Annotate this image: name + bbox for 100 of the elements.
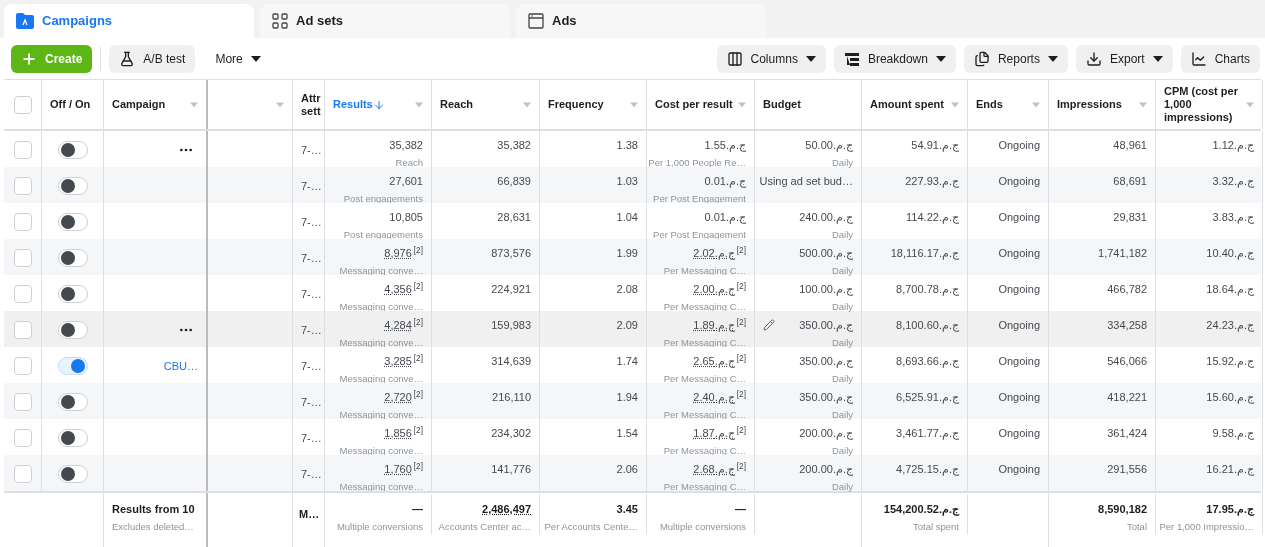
column-header[interactable]: Ends [968, 80, 1049, 129]
tab[interactable]: Ad sets [260, 4, 510, 38]
cell-value: ج.م.8,100.60 [896, 318, 959, 334]
cell-value: ج.م.100.00 [799, 282, 853, 298]
cell-value: — [735, 502, 746, 517]
caret-icon [1246, 100, 1254, 109]
checkbox[interactable] [13, 357, 32, 376]
toggle-switch[interactable] [57, 357, 88, 376]
cell-caption: Post engagements [343, 227, 423, 242]
columns-icon [726, 50, 743, 67]
caret-icon [630, 100, 638, 109]
checkbox[interactable] [13, 177, 32, 196]
toggle-switch[interactable] [57, 249, 88, 268]
cell-value: 546,066 [1107, 354, 1147, 369]
cell-value: 1.99 [616, 246, 638, 261]
cell-value: Ongoing [998, 174, 1040, 189]
cell-caption: Total [1126, 519, 1147, 534]
column-header[interactable]: Reach [432, 80, 540, 129]
cell-caption: Daily [831, 227, 853, 242]
cell-value: 7-… [301, 216, 322, 228]
cell-value: 7-… [301, 144, 322, 156]
cell-value: 1.04 [616, 210, 638, 225]
cell-value: ج.م.3.83 [1212, 210, 1254, 226]
more-button[interactable]: More [203, 44, 273, 73]
column-header[interactable]: CPM (cost per 1,000 impressions) [1156, 80, 1263, 129]
column-header[interactable]: Amount spent [862, 80, 968, 129]
cell-value: 361,424 [1107, 426, 1147, 441]
cell-value: Ongoing [998, 462, 1040, 477]
column-header[interactable]: Impressions [1049, 80, 1156, 129]
pencil-icon[interactable] [763, 319, 775, 331]
export-button[interactable]: Export [1075, 44, 1173, 73]
breakdown-button[interactable]: Breakdown [833, 44, 956, 73]
checkbox[interactable] [13, 95, 32, 114]
cell-value: 8,976$^{[2]}$ [384, 245, 423, 261]
toggle-switch[interactable] [57, 285, 88, 304]
cell-value: ج.م.17.95 [1206, 502, 1254, 518]
column-header[interactable]: Off / On [42, 80, 104, 129]
cell-caption: Messaging conve… [339, 479, 423, 494]
checkbox[interactable] [13, 393, 32, 412]
charts-button[interactable]: Charts [1180, 44, 1260, 73]
columns-button[interactable]: Columns [716, 44, 826, 73]
column-header[interactable]: Cost per result [647, 80, 755, 129]
toggle-switch[interactable] [57, 393, 88, 412]
cell-value: 7-… [301, 360, 322, 372]
cell-value: Using ad set bud… [759, 174, 853, 189]
tab[interactable]: Ads [516, 4, 766, 38]
checkbox[interactable] [13, 321, 32, 340]
cell-caption: Messaging conve… [339, 407, 423, 422]
cell-value: 418,221 [1107, 390, 1147, 405]
cell-caption: Per 1,000 Impressio… [1159, 519, 1254, 534]
checkbox[interactable] [13, 465, 32, 484]
reports-button[interactable]: Reports [963, 44, 1068, 73]
cell-value: 35,382 [389, 138, 423, 153]
cell-caption: Excludes deleted… [112, 519, 195, 534]
cell-caption: Post engagements [343, 191, 423, 206]
breakdown-icon [843, 50, 860, 67]
cell-value: ج.م.240.00 [799, 210, 853, 226]
cell-value: ج.م.0.01 [704, 210, 746, 226]
column-header[interactable]: Budget [755, 80, 862, 129]
cell-value: 1.74 [616, 354, 638, 369]
toggle-switch[interactable] [57, 465, 88, 484]
toggle-switch[interactable] [57, 213, 88, 232]
cell-value: 4,284$^{[2]}$ [384, 317, 423, 333]
window-icon [528, 13, 544, 29]
checkbox[interactable] [13, 213, 32, 232]
column-header[interactable]: Campaign [104, 80, 208, 129]
cell-caption: Per Messaging C… [663, 263, 746, 278]
cell-caption: Total spent [913, 519, 959, 534]
cell-value: 3.45 [616, 502, 638, 517]
toggle-switch[interactable] [57, 141, 88, 160]
toggle-switch[interactable] [57, 177, 88, 196]
flask-button[interactable]: A/B test [109, 44, 196, 73]
checkbox[interactable] [13, 141, 32, 160]
campaign-name[interactable]: CBU… [163, 358, 198, 375]
reports-icon [973, 50, 990, 67]
cell-caption: Per Post Engagement [653, 191, 746, 206]
checkbox[interactable] [13, 285, 32, 304]
cell-value: 4,356$^{[2]}$ [384, 281, 423, 297]
chart-icon [1190, 50, 1207, 67]
column-header[interactable]: Attr sett [293, 80, 325, 129]
column-header[interactable]: Frequency [540, 80, 647, 129]
cell-value: Ongoing [998, 390, 1040, 405]
toggle-switch[interactable] [57, 429, 88, 448]
cell-value: ج.م.154,200.52 [883, 502, 959, 518]
cell-caption: Daily [831, 263, 853, 278]
flask-icon [119, 50, 136, 67]
cell-caption: Daily [831, 479, 853, 494]
cell-value: ج.م.15.60 [1206, 390, 1254, 406]
cell-value: Ongoing [998, 426, 1040, 441]
checkbox[interactable] [13, 429, 32, 448]
toggle-switch[interactable] [57, 321, 88, 340]
checkbox[interactable] [13, 249, 32, 268]
caret-icon [805, 53, 816, 64]
column-header[interactable]: Results [325, 80, 432, 129]
cell-caption: Messaging conve… [339, 371, 423, 386]
tab[interactable]: Campaigns [4, 4, 254, 38]
cell-value: Ongoing [998, 210, 1040, 225]
cell-value: 159,983 [491, 318, 531, 333]
caret-icon [738, 100, 746, 109]
caret-icon [935, 53, 946, 64]
